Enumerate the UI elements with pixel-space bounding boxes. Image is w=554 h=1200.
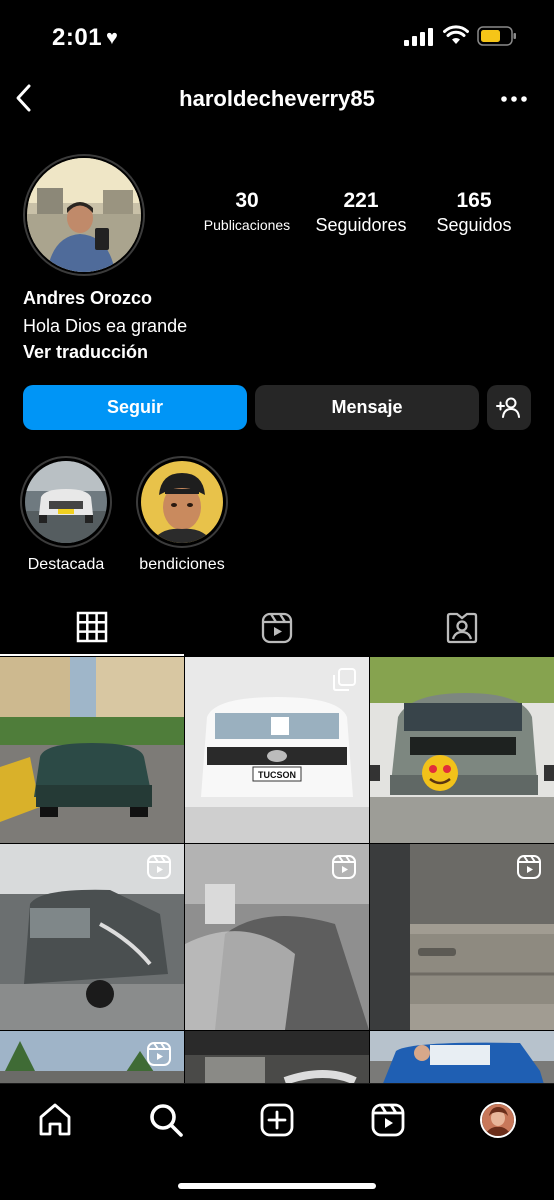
create-icon [260, 1103, 294, 1137]
post-thumbnail[interactable] [370, 657, 554, 843]
status-bar: 2:01 ♥ [0, 0, 554, 74]
nav-home[interactable] [35, 1100, 75, 1140]
posts-count[interactable]: 30 Publicaciones [195, 188, 299, 236]
signal-icon [404, 28, 433, 46]
profile-avatar[interactable] [23, 154, 145, 276]
profile-username: haroldecheverry85 [179, 86, 375, 111]
post-thumbnail[interactable] [370, 844, 554, 1030]
plate-text: TUCSON [258, 770, 296, 780]
tab-tagged[interactable] [370, 600, 554, 656]
search-icon [150, 1104, 183, 1137]
nav-profile[interactable] [478, 1100, 518, 1140]
following-count[interactable]: 165 Seguidos [425, 188, 523, 236]
nav-create[interactable] [257, 1100, 297, 1140]
highlight-cover [141, 461, 223, 543]
avatar-photo [27, 158, 141, 272]
reel-icon [332, 855, 356, 879]
clock: 2:01 ♥ [52, 24, 119, 51]
profile-bio: Hola Dios ea grande [23, 316, 188, 336]
tab-reels[interactable] [185, 600, 369, 656]
heart-icon: ♥ [106, 26, 119, 49]
post-thumbnail[interactable] [185, 844, 369, 1030]
reels-icon [261, 612, 293, 644]
nav-reels[interactable] [368, 1100, 408, 1140]
highlight-cover [25, 461, 107, 543]
highlight-bendiciones[interactable]: bendiciones [136, 456, 228, 574]
post-thumbnail[interactable]: TUCSON [185, 657, 369, 843]
highlight-destacada[interactable]: Destacada [20, 456, 112, 574]
message-button[interactable]: Mensaje [255, 385, 479, 430]
carousel-icon [333, 668, 356, 691]
add-person-icon [496, 397, 520, 418]
reel-icon [517, 855, 541, 879]
follow-button[interactable]: Seguir [23, 385, 247, 430]
more-options-icon[interactable] [498, 84, 530, 114]
home-indicator [178, 1183, 376, 1189]
post-thumbnail[interactable] [0, 657, 184, 843]
reels-icon [371, 1103, 405, 1137]
post-thumbnail[interactable] [185, 1031, 369, 1083]
suggested-users-button[interactable] [487, 385, 531, 430]
wifi-icon [443, 25, 469, 44]
tab-posts-grid[interactable] [0, 600, 184, 656]
profile-avatar [480, 1102, 516, 1138]
post-thumbnail[interactable] [0, 1031, 184, 1083]
profile-tabs [0, 600, 554, 656]
home-icon [39, 1103, 71, 1136]
posts-grid: TUCSON [0, 657, 554, 1083]
profile-header: haroldecheverry85 [0, 74, 554, 124]
tagged-icon [446, 612, 478, 644]
see-translation-link[interactable]: Ver traducción [23, 342, 148, 363]
followers-count[interactable]: 221 Seguidores [305, 188, 417, 236]
post-thumbnail[interactable] [0, 844, 184, 1030]
battery-icon [477, 26, 516, 46]
grid-icon [76, 611, 108, 643]
profile-name: Andres Orozco [23, 288, 153, 308]
post-thumbnail[interactable] [370, 1031, 554, 1083]
reel-icon [147, 855, 171, 879]
reel-icon [147, 1042, 171, 1066]
nav-search[interactable] [146, 1100, 186, 1140]
